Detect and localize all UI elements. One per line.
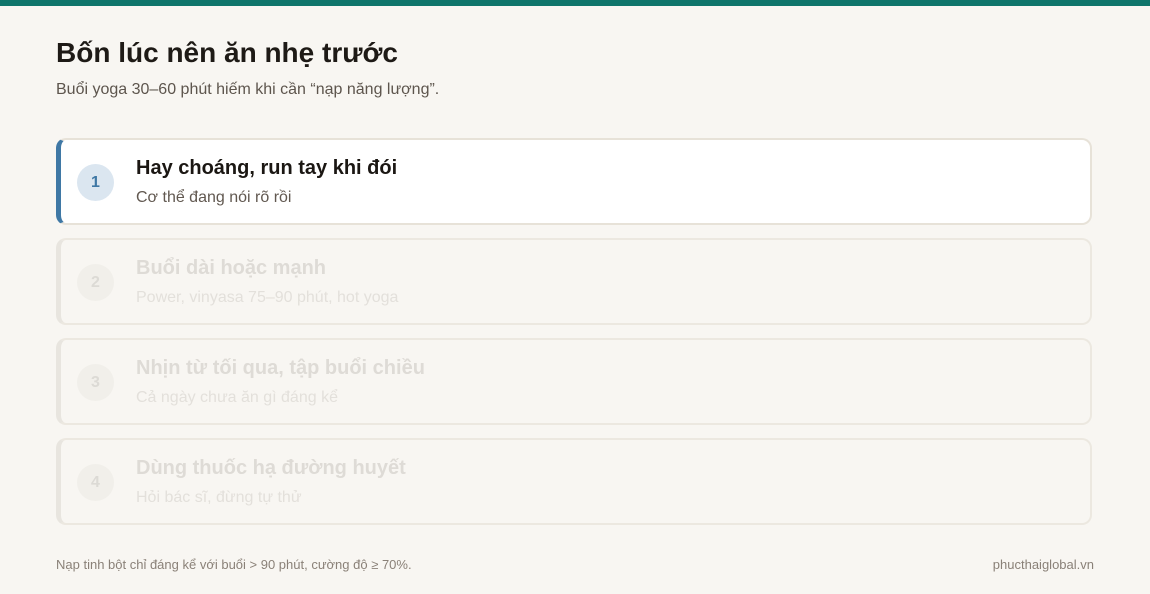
step-description: Hỏi bác sĩ, đừng tự thử xyxy=(136,489,302,506)
step-number-badge: 3 xyxy=(77,364,114,401)
step-number-badge: 1 xyxy=(77,164,114,201)
footer-site-link[interactable]: phucthaiglobal.vn xyxy=(993,557,1094,573)
step-title: Dùng thuốc hạ đường huyết xyxy=(136,457,406,479)
step-title: Hay choáng, run tay khi đói xyxy=(136,157,398,179)
page-subtitle: Buổi yoga 30–60 phút hiếm khi cần “nạp n… xyxy=(56,81,440,98)
top-accent-bar xyxy=(0,0,1150,6)
step-card-4[interactable]: 4 Dùng thuốc hạ đường huyết Hỏi bác sĩ, … xyxy=(56,438,1092,525)
step-number-badge: 4 xyxy=(77,464,114,501)
step-card-2[interactable]: 2 Buổi dài hoặc mạnh Power, vinyasa 75–9… xyxy=(56,238,1092,325)
step-card-3[interactable]: 3 Nhịn từ tối qua, tập buổi chiều Cả ngà… xyxy=(56,338,1092,425)
step-title: Buổi dài hoặc mạnh xyxy=(136,257,327,279)
page-title: Bốn lúc nên ăn nhẹ trước xyxy=(56,37,398,68)
step-description: Cơ thể đang nói rõ rồi xyxy=(136,189,292,206)
step-description: Power, vinyasa 75–90 phút, hot yoga xyxy=(136,289,399,306)
step-card-1[interactable]: 1 Hay choáng, run tay khi đói Cơ thể đan… xyxy=(56,138,1092,225)
step-title: Nhịn từ tối qua, tập buổi chiều xyxy=(136,357,425,379)
step-number-badge: 2 xyxy=(77,264,114,301)
step-description: Cả ngày chưa ăn gì đáng kể xyxy=(136,389,338,406)
footer-note: Nạp tinh bột chỉ đáng kể với buổi > 90 p… xyxy=(56,557,412,572)
